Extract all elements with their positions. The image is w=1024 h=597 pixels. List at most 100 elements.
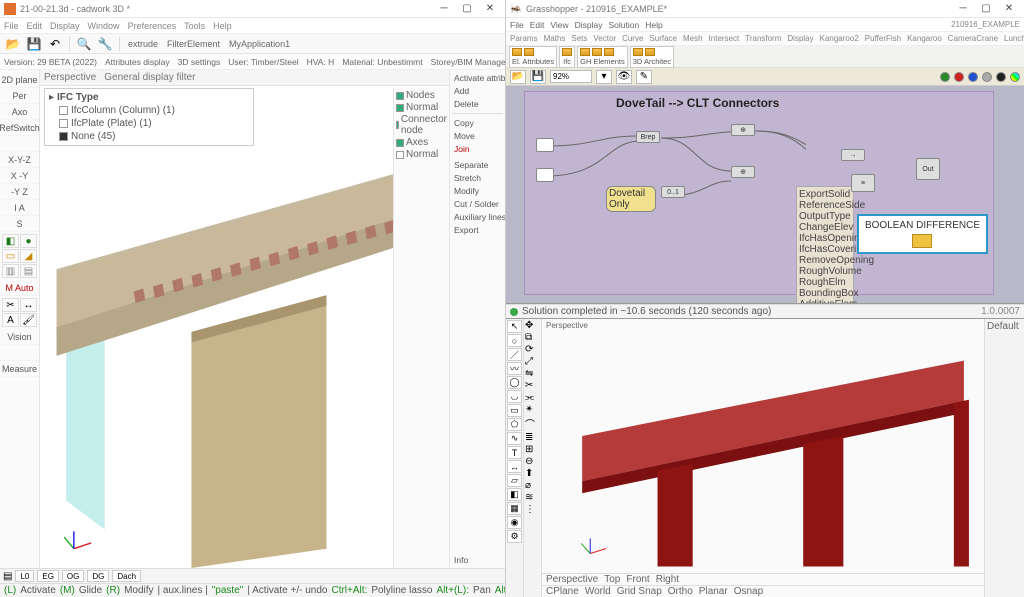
gh-tab[interactable]: CameraCrane bbox=[948, 34, 998, 43]
menu-help[interactable]: Help bbox=[213, 21, 232, 31]
cmd-copy[interactable]: Copy bbox=[452, 117, 503, 129]
cmd-separate[interactable]: Separate bbox=[452, 159, 503, 171]
preview-black-icon[interactable] bbox=[996, 72, 1006, 82]
menu-preferences[interactable]: Preferences bbox=[128, 21, 177, 31]
gh-tab[interactable]: Sets bbox=[571, 34, 587, 43]
open-icon[interactable]: 📂 bbox=[510, 70, 526, 84]
gh-group[interactable] bbox=[524, 91, 994, 295]
gh-tab[interactable]: Kangaroo bbox=[907, 34, 942, 43]
gh-tab[interactable]: Maths bbox=[544, 34, 566, 43]
gh-canvas[interactable]: DoveTail --> CLT Connectors Brep Dovetai… bbox=[506, 86, 1024, 304]
cmd-add[interactable]: Add bbox=[452, 85, 503, 97]
m-auto-button[interactable]: M Auto bbox=[0, 280, 39, 296]
vp-tab[interactable]: Top bbox=[604, 574, 620, 585]
undo-icon[interactable]: ↶ bbox=[46, 35, 64, 53]
gh-component[interactable]: ⊕ bbox=[731, 166, 755, 178]
gh-component[interactable] bbox=[536, 138, 554, 152]
maximize-button[interactable]: ▢ bbox=[456, 2, 478, 16]
minimize-button[interactable]: ─ bbox=[433, 2, 455, 16]
arc-icon[interactable]: ◡ bbox=[507, 390, 522, 403]
cube-icon[interactable]: ◧ bbox=[2, 234, 19, 248]
component-icon[interactable] bbox=[592, 48, 602, 56]
checkbox[interactable] bbox=[59, 106, 68, 115]
tree-expand-icon[interactable]: ▸ bbox=[49, 92, 54, 103]
minimize-button[interactable]: ─ bbox=[952, 2, 974, 16]
bool-component-icon[interactable] bbox=[912, 234, 932, 248]
gh-tab[interactable]: Vector bbox=[593, 34, 616, 43]
cmd-stretch[interactable]: Stretch bbox=[452, 172, 503, 184]
text-icon[interactable]: T bbox=[507, 446, 522, 459]
maximize-button[interactable]: ▢ bbox=[975, 2, 997, 16]
surf-icon[interactable]: ▱ bbox=[507, 474, 522, 487]
attrib-display-button[interactable]: Attributes display bbox=[105, 57, 170, 67]
mesh-icon[interactable]: ▦ bbox=[507, 502, 522, 515]
gh-output[interactable]: Out bbox=[916, 158, 940, 180]
join-icon[interactable]: ⫘ bbox=[525, 392, 540, 403]
storey-tab[interactable]: DG bbox=[87, 570, 109, 582]
cmd-activate[interactable]: Activate attribute bbox=[452, 72, 503, 84]
checkbox[interactable] bbox=[59, 119, 68, 128]
gh-menu-file[interactable]: File bbox=[510, 20, 524, 30]
component-icon[interactable] bbox=[580, 48, 590, 56]
tree-item[interactable]: IfcPlate (Plate) (1) bbox=[71, 118, 152, 129]
gh-menu-view[interactable]: View bbox=[550, 20, 568, 30]
gh-tab[interactable]: Display bbox=[787, 34, 813, 43]
yz-button[interactable]: -Y Z bbox=[0, 184, 39, 200]
layers-icon[interactable]: ▤ bbox=[3, 571, 12, 582]
shelf-group[interactable]: El. Attributes bbox=[509, 46, 557, 68]
trim-icon[interactable]: ✂ bbox=[525, 380, 540, 391]
array-icon[interactable]: ⊞ bbox=[525, 444, 540, 455]
eye-icon[interactable]: 👁 bbox=[616, 70, 632, 84]
beam-icon[interactable]: ▭ bbox=[2, 249, 19, 263]
pipe-icon[interactable]: ⌀ bbox=[525, 480, 540, 491]
render-icon[interactable]: ◉ bbox=[507, 516, 522, 529]
ia-button[interactable]: I A bbox=[0, 200, 39, 216]
boolean-diff-group[interactable]: BOOLEAN DIFFERENCE bbox=[857, 214, 988, 254]
menu-display[interactable]: Display bbox=[50, 21, 80, 31]
gh-multicomp[interactable]: ≡ bbox=[851, 174, 875, 192]
gh-menu-edit[interactable]: Edit bbox=[530, 20, 545, 30]
extrude-icon[interactable]: ⬆ bbox=[525, 468, 540, 479]
vp-tab[interactable]: Perspective bbox=[44, 72, 96, 83]
xyz-button[interactable]: X-Y-Z bbox=[0, 152, 39, 168]
wall-icon[interactable]: ▥ bbox=[2, 264, 19, 278]
preview-rainbow-icon[interactable] bbox=[1010, 72, 1020, 82]
s-button[interactable]: S bbox=[0, 216, 39, 232]
circle-icon[interactable]: ◯ bbox=[507, 376, 522, 389]
cursor-icon[interactable]: ↖ bbox=[507, 320, 522, 333]
storey-tab[interactable]: L0 bbox=[15, 570, 34, 582]
zoom-input[interactable] bbox=[550, 70, 592, 83]
gh-menu-display[interactable]: Display bbox=[575, 20, 603, 30]
measure-button[interactable]: Measure bbox=[0, 361, 39, 377]
preview-blue-icon[interactable] bbox=[968, 72, 978, 82]
gh-tab[interactable]: Kangaroo2 bbox=[820, 34, 859, 43]
lasso-icon[interactable]: ○ bbox=[507, 334, 522, 347]
tree-item[interactable]: None (45) bbox=[71, 131, 115, 142]
cmd-auxlines[interactable]: Auxiliary lines bbox=[452, 211, 503, 223]
poly-icon[interactable]: ⬠ bbox=[507, 418, 522, 431]
vp-tab[interactable]: Perspective bbox=[546, 574, 598, 585]
gear-icon[interactable]: ⚙ bbox=[507, 530, 522, 543]
status-item[interactable]: Osnap bbox=[734, 586, 763, 597]
filter-bar[interactable]: Perspective General display filter bbox=[40, 70, 449, 86]
copy-icon[interactable]: ⧉ bbox=[525, 332, 540, 343]
text-icon[interactable]: A bbox=[2, 313, 19, 327]
component-icon[interactable] bbox=[512, 48, 522, 56]
component-icon[interactable] bbox=[562, 48, 572, 56]
gh-tab[interactable]: Transform bbox=[745, 34, 781, 43]
save-icon[interactable]: 💾 bbox=[25, 35, 43, 53]
zoom-dropdown-icon[interactable]: ▾ bbox=[596, 70, 612, 84]
hva-label[interactable]: HVA: H bbox=[307, 57, 335, 67]
cylinder-icon[interactable]: ● bbox=[20, 234, 37, 248]
vp-tab[interactable]: Front bbox=[626, 574, 649, 585]
cmd-delete[interactable]: Delete bbox=[452, 98, 503, 110]
loft-icon[interactable]: ≋ bbox=[525, 492, 540, 503]
vp-tab[interactable]: Right bbox=[656, 574, 679, 585]
curve-icon[interactable]: ∿ bbox=[507, 432, 522, 445]
storey-tab[interactable]: Dach bbox=[112, 570, 141, 582]
polyline-icon[interactable]: 〰 bbox=[507, 362, 522, 375]
2dplane-button[interactable]: 2D plane bbox=[0, 72, 39, 88]
gh-tab[interactable]: Surface bbox=[649, 34, 677, 43]
move-icon[interactable]: ✥ bbox=[525, 320, 540, 331]
line-icon[interactable]: ／ bbox=[507, 348, 522, 361]
